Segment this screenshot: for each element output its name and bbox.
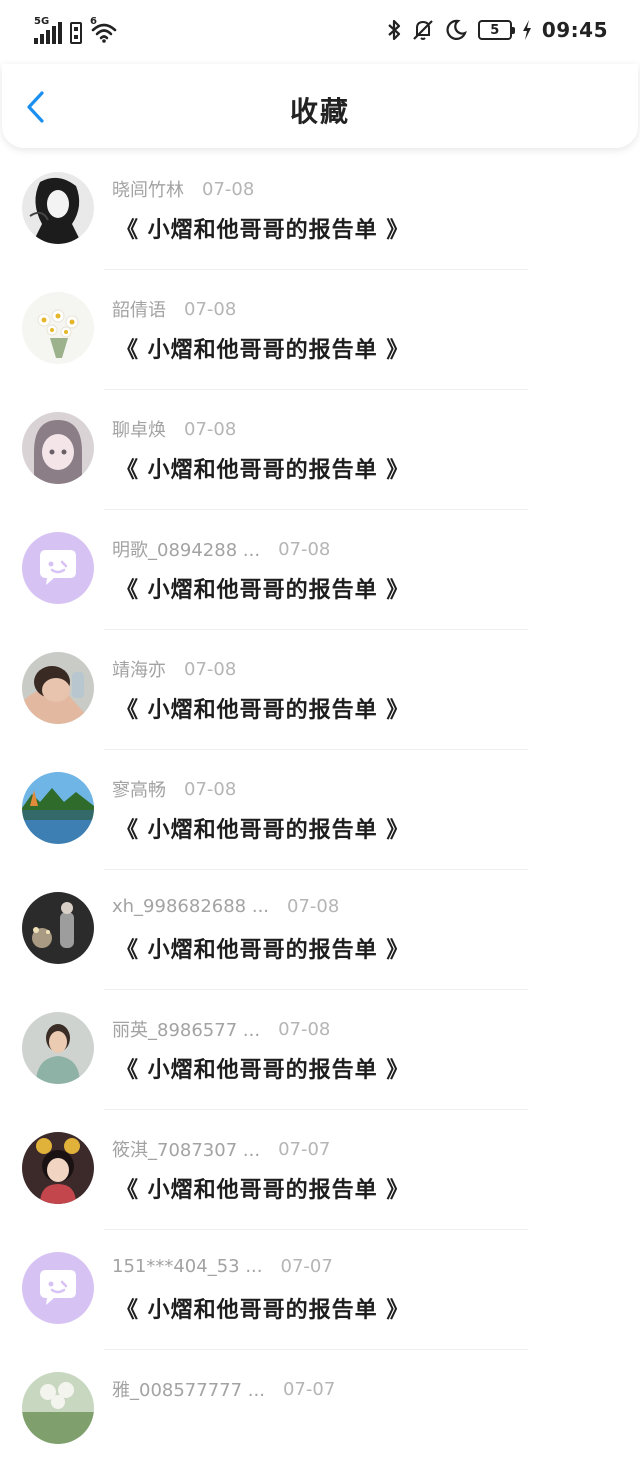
- item-meta: 寥高畅 07-08: [112, 776, 236, 802]
- battery-icon: 5: [477, 20, 515, 40]
- list-item[interactable]: 韶倩语 07-08 《 小熠和他哥哥的报告单 》: [0, 270, 640, 390]
- photo-fireworks-icon: [22, 892, 94, 964]
- photo-flowers-icon: [22, 1372, 94, 1444]
- item-meta: 明歌_0894288 ... 07-08: [112, 536, 330, 562]
- avatar[interactable]: [22, 1252, 94, 1324]
- avatar[interactable]: [22, 1372, 94, 1444]
- cellular-signal-icon: 5G: [34, 16, 62, 44]
- avatar[interactable]: [22, 1132, 94, 1204]
- photo-child-icon: [22, 652, 94, 724]
- author-name: 韶倩语: [112, 300, 166, 321]
- nav-bar: 收藏: [2, 64, 638, 148]
- item-meta: 靖海亦 07-08: [112, 656, 236, 682]
- item-meta: 晓闾竹林 07-08: [112, 176, 254, 202]
- charging-icon: [522, 20, 531, 40]
- item-title: 《 小熠和他哥哥的报告单 》: [116, 218, 410, 243]
- item-date: 07-07: [280, 1256, 333, 1277]
- item-meta: 151***404_53 ... 07-07: [112, 1256, 333, 1277]
- item-title: 《 小熠和他哥哥的报告单 》: [116, 1298, 410, 1323]
- item-title: 《 小熠和他哥哥的报告单 》: [116, 698, 410, 723]
- item-meta: 丽英_8986577 ... 07-08: [112, 1016, 330, 1042]
- author-name: 丽英_8986577 ...: [112, 1020, 261, 1041]
- page-title: 收藏: [289, 95, 350, 128]
- sim-card-icon: [70, 22, 82, 44]
- photo-ink-girl-icon: [22, 172, 94, 244]
- favorites-list: 晓闾竹林 07-08 《 小熠和他哥哥的报告单 》 韶倩语 07-08 《 小熠…: [0, 150, 640, 1470]
- author-name: 筱淇_7087307 ...: [112, 1140, 261, 1161]
- list-item[interactable]: 雅_008577777 ... 07-07: [0, 1350, 640, 1470]
- item-meta: 筱淇_7087307 ... 07-07: [112, 1136, 330, 1162]
- avatar[interactable]: [22, 772, 94, 844]
- author-name: 聊卓焕: [112, 420, 166, 441]
- status-time: 09:45: [541, 18, 608, 42]
- item-meta: 韶倩语 07-08: [112, 296, 236, 322]
- bluetooth-icon: [388, 19, 400, 41]
- item-date: 07-07: [278, 1138, 331, 1160]
- photo-daisies-icon: [22, 292, 94, 364]
- list-item[interactable]: 寥高畅 07-08 《 小熠和他哥哥的报告单 》: [0, 750, 640, 870]
- wifi-label: 6: [90, 16, 97, 27]
- item-meta: 聊卓焕 07-08: [112, 416, 236, 442]
- author-name: 寥高畅: [112, 780, 166, 801]
- author-name: 靖海亦: [112, 660, 166, 681]
- list-item[interactable]: 聊卓焕 07-08 《 小熠和他哥哥的报告单 》: [0, 390, 640, 510]
- item-date: 07-08: [184, 778, 237, 800]
- photo-anime-girl-icon: [22, 412, 94, 484]
- photo-lake-icon: [22, 772, 94, 844]
- avatar[interactable]: [22, 652, 94, 724]
- item-date: 07-08: [184, 298, 237, 320]
- battery-level: 5: [490, 22, 500, 38]
- item-title: 《 小熠和他哥哥的报告单 》: [116, 458, 410, 483]
- item-title: 《 小熠和他哥哥的报告单 》: [116, 818, 410, 843]
- list-item[interactable]: 晓闾竹林 07-08 《 小熠和他哥哥的报告单 》: [0, 150, 640, 270]
- avatar[interactable]: [22, 892, 94, 964]
- avatar[interactable]: [22, 172, 94, 244]
- item-date: 07-08: [184, 658, 237, 680]
- item-date: 07-07: [282, 1378, 336, 1400]
- item-date: 07-08: [278, 538, 331, 560]
- avatar[interactable]: [22, 292, 94, 364]
- item-title: 《 小熠和他哥哥的报告单 》: [116, 938, 410, 963]
- item-meta: 雅_008577777 ... 07-07: [112, 1376, 335, 1402]
- author-name: 晓闾竹林: [112, 180, 184, 201]
- avatar[interactable]: [22, 1012, 94, 1084]
- item-title: 《 小熠和他哥哥的报告单 》: [116, 1178, 410, 1203]
- item-title: 《 小熠和他哥哥的报告单 》: [116, 578, 410, 603]
- status-bar: 5G 6 5 09:45: [0, 0, 640, 64]
- list-item[interactable]: 丽英_8986577 ... 07-08 《 小熠和他哥哥的报告单 》: [0, 990, 640, 1110]
- list-item[interactable]: 151***404_53 ... 07-07 《 小熠和他哥哥的报告单 》: [0, 1230, 640, 1350]
- item-meta: xh_998682688 ... 07-08: [112, 896, 339, 917]
- author-name: 雅_008577777 ...: [112, 1380, 265, 1401]
- item-date: 07-08: [202, 178, 255, 200]
- wifi-icon: 6: [90, 16, 118, 44]
- item-title: 《 小熠和他哥哥的报告单 》: [116, 338, 410, 363]
- status-right: 5 09:45: [386, 18, 608, 42]
- item-date: 07-08: [184, 418, 237, 440]
- avatar[interactable]: [22, 412, 94, 484]
- item-date: 07-08: [278, 1018, 331, 1040]
- photo-woman-icon: [22, 1012, 94, 1084]
- photo-mickey-girl-icon: [22, 1132, 94, 1204]
- status-left: 5G 6: [34, 16, 118, 44]
- list-item[interactable]: 筱淇_7087307 ... 07-07 《 小熠和他哥哥的报告单 》: [0, 1110, 640, 1230]
- chat-bubble-icon: [22, 1252, 94, 1324]
- mute-bell-icon: [413, 20, 433, 40]
- author-name: 明歌_0894288 ...: [112, 540, 261, 561]
- list-item[interactable]: 明歌_0894288 ... 07-08 《 小熠和他哥哥的报告单 》: [0, 510, 640, 630]
- list-item[interactable]: xh_998682688 ... 07-08 《 小熠和他哥哥的报告单 》: [0, 870, 640, 990]
- chat-bubble-icon: [22, 532, 94, 604]
- author-name: xh_998682688 ...: [112, 896, 270, 917]
- item-date: 07-08: [287, 896, 340, 917]
- list-item[interactable]: 靖海亦 07-08 《 小熠和他哥哥的报告单 》: [0, 630, 640, 750]
- author-name: 151***404_53 ...: [112, 1256, 263, 1277]
- item-title: 《 小熠和他哥哥的报告单 》: [116, 1058, 410, 1083]
- moon-icon: [446, 19, 467, 40]
- avatar[interactable]: [22, 532, 94, 604]
